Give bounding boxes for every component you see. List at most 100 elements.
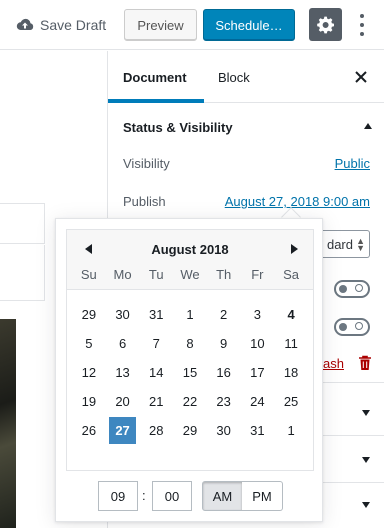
minute-input[interactable]: 00 xyxy=(152,481,192,511)
calendar-day[interactable]: 12 xyxy=(72,358,106,387)
calendar-day[interactable]: 31 xyxy=(241,416,275,445)
weekday-label: Sa xyxy=(283,267,300,282)
chevron-down-icon[interactable] xyxy=(362,410,370,416)
settings-button[interactable] xyxy=(309,8,342,41)
calendar-day-number: 13 xyxy=(115,365,130,380)
calendar-day[interactable]: 8 xyxy=(173,329,207,358)
calendar: August 2018 Su Mo Tu We Th Fr Sa 29 30 31 1… xyxy=(66,229,314,471)
calendar-day-number: 24 xyxy=(250,394,265,409)
calendar-day[interactable]: 28 xyxy=(139,416,173,445)
publish-date-link[interactable]: August 27, 2018 9:00 am xyxy=(225,194,370,209)
calendar-day-number: 7 xyxy=(152,336,160,351)
pending-review-toggle[interactable] xyxy=(334,318,370,336)
calendar-day[interactable]: 29 xyxy=(72,300,106,329)
status-visibility-title[interactable]: Status & Visibility xyxy=(123,120,233,135)
calendar-day[interactable]: 13 xyxy=(106,358,140,387)
gear-icon xyxy=(316,16,334,33)
visibility-link[interactable]: Public xyxy=(335,156,370,171)
calendar-day[interactable]: 30 xyxy=(207,416,241,445)
schedule-button[interactable]: Schedule… xyxy=(203,9,295,41)
tab-document[interactable]: Document xyxy=(123,70,187,85)
calendar-day-number: 23 xyxy=(216,394,231,409)
chevron-down-icon[interactable] xyxy=(362,502,370,508)
calendar-day-number: 20 xyxy=(115,394,130,409)
calendar-day[interactable]: 21 xyxy=(139,387,173,416)
calendar-day[interactable]: 22 xyxy=(173,387,207,416)
calendar-day-number: 18 xyxy=(283,365,299,380)
weekday-label: We xyxy=(180,267,200,282)
calendar-day-number: 1 xyxy=(186,307,194,322)
visibility-label: Visibility xyxy=(123,156,170,171)
cloud-upload-icon xyxy=(16,18,34,30)
calendar-day-number: 6 xyxy=(118,336,127,351)
save-draft-button[interactable]: Save Draft xyxy=(16,14,106,36)
calendar-day-number: 16 xyxy=(216,365,231,380)
calendar-day-selected[interactable]: 27 xyxy=(106,416,140,445)
weekday-label: Mo xyxy=(113,267,132,282)
close-icon[interactable] xyxy=(354,70,368,84)
calendar-day-number: 25 xyxy=(283,394,299,409)
calendar-day-number: 31 xyxy=(250,423,265,438)
hour-input[interactable]: 09 xyxy=(98,481,138,511)
calendar-day[interactable]: 4 xyxy=(274,300,308,329)
calendar-day[interactable]: 1 xyxy=(173,300,207,329)
save-draft-label: Save Draft xyxy=(40,17,107,33)
calendar-day[interactable]: 17 xyxy=(241,358,275,387)
calendar-day[interactable]: 3 xyxy=(241,300,275,329)
calendar-day[interactable]: 10 xyxy=(241,329,275,358)
calendar-day[interactable]: 30 xyxy=(106,300,140,329)
calendar-day[interactable]: 16 xyxy=(207,358,241,387)
calendar-day[interactable]: 25 xyxy=(274,387,308,416)
calendar-day[interactable]: 1 xyxy=(274,416,308,445)
weekday-label: Fr xyxy=(251,267,264,282)
calendar-day[interactable]: 7 xyxy=(139,329,173,358)
time-separator: : xyxy=(142,488,146,503)
weekday-label: Tu xyxy=(148,267,164,282)
calendar-day-number: 11 xyxy=(284,336,298,351)
calendar-day[interactable]: 20 xyxy=(106,387,140,416)
image-block[interactable] xyxy=(0,319,16,528)
calendar-day[interactable]: 31 xyxy=(139,300,173,329)
calendar-day[interactable]: 26 xyxy=(72,416,106,445)
calendar-day[interactable]: 9 xyxy=(207,329,241,358)
calendar-day[interactable]: 11 xyxy=(274,329,308,358)
calendar-day[interactable]: 23 xyxy=(207,387,241,416)
move-to-trash-link[interactable]: ash xyxy=(323,356,344,371)
calendar-day-number: 15 xyxy=(182,365,198,380)
calendar-day-number: 29 xyxy=(81,307,97,322)
editor-block[interactable] xyxy=(0,203,45,244)
tab-block[interactable]: Block xyxy=(218,70,250,85)
more-vertical-icon[interactable] xyxy=(356,12,368,38)
calendar-day[interactable]: 24 xyxy=(241,387,275,416)
stick-to-front-toggle[interactable] xyxy=(334,280,370,298)
weekday-header: Su Mo Tu We Th Fr Sa xyxy=(72,267,308,282)
calendar-day-number: 8 xyxy=(186,336,194,351)
calendar-day-number: 1 xyxy=(287,423,295,438)
calendar-day[interactable]: 18 xyxy=(274,358,308,387)
chevron-up-icon[interactable] xyxy=(364,123,372,129)
calendar-day-number: 10 xyxy=(250,336,265,351)
calendar-day[interactable]: 6 xyxy=(106,329,140,358)
calendar-day[interactable]: 15 xyxy=(173,358,207,387)
am-button[interactable]: AM xyxy=(202,481,243,511)
trash-icon[interactable] xyxy=(358,355,372,371)
calendar-day[interactable]: 14 xyxy=(139,358,173,387)
editor-toolbar: Save Draft Preview Schedule… xyxy=(0,0,384,50)
calendar-day[interactable]: 5 xyxy=(72,329,106,358)
weekday-label: Su xyxy=(80,267,97,282)
calendar-day-number: 30 xyxy=(216,423,231,438)
preview-button[interactable]: Preview xyxy=(124,9,197,41)
calendar-day[interactable]: 19 xyxy=(72,387,106,416)
editor-block[interactable] xyxy=(0,245,45,301)
calendar-day-number: 29 xyxy=(182,423,198,438)
calendar-day-number: 9 xyxy=(220,336,228,351)
calendar-day[interactable]: 29 xyxy=(173,416,207,445)
pm-button[interactable]: PM xyxy=(242,481,283,511)
date-time-picker: August 2018 Su Mo Tu We Th Fr Sa 29 30 31 1… xyxy=(55,218,323,522)
calendar-day[interactable]: 2 xyxy=(207,300,241,329)
active-tab-indicator xyxy=(108,99,204,103)
chevron-down-icon[interactable] xyxy=(362,457,370,463)
calendar-day-number: 14 xyxy=(149,365,164,380)
calendar-day-number: 12 xyxy=(81,365,97,380)
arrow-right-icon[interactable] xyxy=(291,244,298,254)
